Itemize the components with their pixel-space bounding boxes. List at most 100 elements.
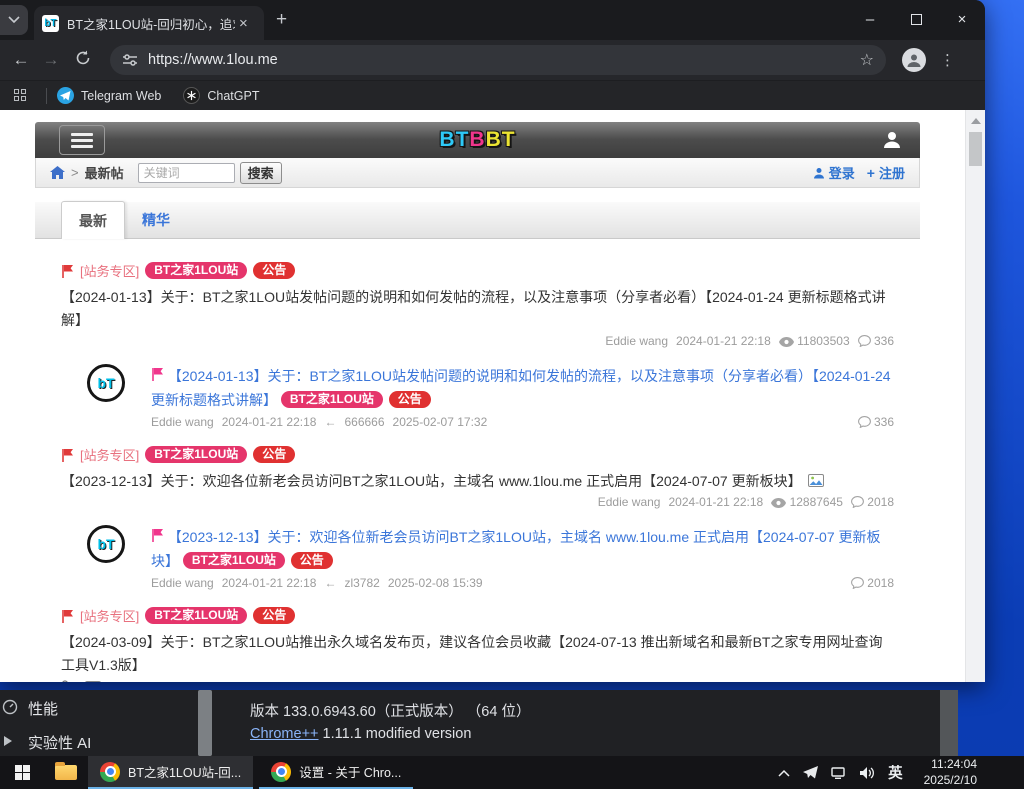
post-title[interactable]: 【2024-01-13】关于：BT之家1LOU站发帖问题的说明和如何发帖的流程，…: [151, 368, 891, 408]
browser-toolbar: ← → https://www.1lou.me ☆ ⋮: [0, 40, 985, 80]
bookmark-chatgpt[interactable]: ChatGPT: [183, 87, 259, 104]
network-icon[interactable]: [831, 767, 847, 779]
telegram-icon: [57, 87, 74, 104]
browser-tab[interactable]: bT BT之家1LOU站-回归初心，追求 ×: [34, 6, 264, 40]
post-section[interactable]: [站务专区]: [80, 606, 139, 625]
post-badge[interactable]: 公告: [253, 262, 295, 279]
address-bar[interactable]: https://www.1lou.me ☆: [110, 45, 886, 75]
post-comments[interactable]: 2018: [851, 576, 894, 590]
post-author[interactable]: Eddie wang: [151, 415, 214, 429]
post-author[interactable]: Eddie wang: [605, 334, 668, 348]
post-date: 2024-01-21 22:18: [668, 495, 763, 509]
scroll-up-arrow[interactable]: [971, 118, 981, 124]
bookmark-star-icon[interactable]: ☆: [860, 50, 874, 70]
browser-menu-button[interactable]: ⋮: [940, 51, 955, 69]
post-badge[interactable]: 公告: [291, 552, 333, 569]
tab-latest[interactable]: 最新: [61, 201, 125, 239]
page-scrollbar[interactable]: [965, 110, 985, 682]
volume-icon[interactable]: [860, 767, 875, 779]
post-comments[interactable]: 336: [858, 415, 894, 429]
tab-close-icon[interactable]: ×: [239, 15, 248, 32]
post-row: bT 【2023-12-13】关于：欢迎各位新老会员访问BT之家1LOU站，主域…: [35, 519, 920, 600]
tab-title: BT之家1LOU站-回归初心，追求: [67, 14, 235, 33]
breadcrumb-bar: > 最新帖 搜索 登录 + 注册: [35, 158, 920, 188]
post-comments[interactable]: 336: [874, 334, 894, 348]
post-title[interactable]: 【2023-12-13】关于：欢迎各位新老会员访问BT之家1LOU站，主域名 w…: [61, 473, 802, 489]
tab-strip: bT BT之家1LOU站-回归初心，追求 × + – ×: [0, 0, 985, 40]
hamburger-menu-button[interactable]: [59, 125, 105, 155]
settings-scrollbar-thumb[interactable]: [198, 690, 212, 756]
profile-avatar-button[interactable]: [902, 48, 926, 72]
post-badge[interactable]: BT之家1LOU站: [281, 391, 383, 408]
post-comments[interactable]: 2018: [867, 495, 894, 509]
settings-sidebar-performance[interactable]: 性能: [28, 698, 58, 719]
flag-icon: [61, 448, 74, 462]
scroll-thumb[interactable]: [969, 132, 982, 166]
gauge-icon: [2, 699, 18, 719]
taskbar: BT之家1LOU站-回... 设置 - 关于 Chro... 英 11:24:0…: [0, 756, 1024, 789]
logo-part-3: BT: [486, 128, 516, 151]
settings-sidebar-experimental-ai[interactable]: 实验性 AI: [28, 732, 91, 753]
input-method-indicator[interactable]: 英: [888, 762, 903, 783]
post-meta: 2018Eddie wang2024-01-21 22:18←zl3782202…: [151, 576, 894, 590]
site-header: BTBBT: [35, 122, 920, 158]
avatar[interactable]: bT: [87, 525, 125, 563]
post-badge[interactable]: BT之家1LOU站: [145, 446, 247, 463]
folder-icon: [55, 765, 77, 780]
last-reply-user[interactable]: zl3782: [344, 576, 379, 590]
post-title[interactable]: 【2024-01-13】关于：BT之家1LOU站发帖问题的说明和如何发帖的流程，…: [61, 289, 886, 328]
post-badge[interactable]: BT之家1LOU站: [145, 607, 247, 624]
maximize-icon: [911, 14, 922, 25]
start-button[interactable]: [0, 756, 44, 789]
post-badge[interactable]: 公告: [253, 607, 295, 624]
tab-digest[interactable]: 精华: [125, 201, 187, 238]
telegram-tray-icon[interactable]: [803, 766, 818, 779]
bookmark-telegram[interactable]: Telegram Web: [57, 87, 161, 104]
apps-grid-icon[interactable]: [14, 89, 28, 103]
clock-date: 2025/2/10: [924, 773, 977, 787]
search-input[interactable]: [138, 163, 235, 183]
home-icon[interactable]: [50, 166, 65, 180]
post-row: [站务专区] BT之家1LOU站公告【2024-01-13】关于：BT之家1LOU…: [35, 255, 920, 358]
bookmarks-bar: Telegram Web ChatGPT: [0, 80, 985, 110]
back-button[interactable]: ←: [6, 50, 36, 70]
breadcrumb-section[interactable]: 最新帖: [85, 163, 124, 182]
header-user-button[interactable]: [882, 130, 902, 154]
file-explorer-button[interactable]: [44, 756, 88, 789]
post-badge[interactable]: 公告: [389, 391, 431, 408]
tray-expand-icon[interactable]: [778, 769, 790, 777]
url-text[interactable]: https://www.1lou.me: [148, 52, 860, 68]
avatar[interactable]: bT: [87, 364, 125, 402]
site-favicon: bT: [42, 15, 59, 32]
post-row: bT 【2024-01-13】关于：BT之家1LOU站发帖问题的说明和如何发帖的…: [35, 358, 920, 439]
post-author[interactable]: Eddie wang: [598, 495, 661, 509]
taskbar-clock[interactable]: 11:24:04 2025/2/10: [916, 757, 985, 788]
search-button[interactable]: 搜索: [240, 162, 282, 184]
post-title[interactable]: 【2024-03-09】关于：BT之家1LOU站推出永久域名发布页，建议各位会员…: [61, 634, 882, 673]
post-section[interactable]: [站务专区]: [80, 445, 139, 464]
register-link[interactable]: 注册: [879, 163, 905, 182]
post-badge[interactable]: BT之家1LOU站: [145, 262, 247, 279]
last-reply-user[interactable]: 666666: [344, 415, 384, 429]
post-author[interactable]: Eddie wang: [151, 576, 214, 590]
post-badge[interactable]: BT之家1LOU站: [183, 552, 285, 569]
comments-icon: [858, 416, 871, 428]
site-logo[interactable]: BTBBT: [439, 128, 515, 152]
post-section[interactable]: [站务专区]: [80, 261, 139, 280]
chromepp-link[interactable]: Chrome++: [250, 726, 319, 742]
settings-window-edge: [940, 690, 958, 756]
forward-button[interactable]: →: [36, 50, 66, 70]
maximize-button[interactable]: [893, 0, 939, 38]
tab-search-button[interactable]: [0, 5, 28, 35]
taskbar-task-settings[interactable]: 设置 - 关于 Chro...: [259, 756, 413, 789]
new-tab-button[interactable]: +: [276, 10, 287, 30]
chromepp-line: Chrome++ 1.11.1 modified version: [250, 726, 471, 742]
login-link[interactable]: 登录: [829, 163, 855, 182]
taskbar-task-browser[interactable]: BT之家1LOU站-回...: [88, 756, 253, 789]
chatgpt-icon: [183, 87, 200, 104]
reload-icon: [75, 50, 91, 66]
close-button[interactable]: ×: [939, 0, 985, 38]
post-badge[interactable]: 公告: [253, 446, 295, 463]
reload-button[interactable]: [68, 50, 98, 71]
minimize-button[interactable]: –: [847, 0, 893, 38]
